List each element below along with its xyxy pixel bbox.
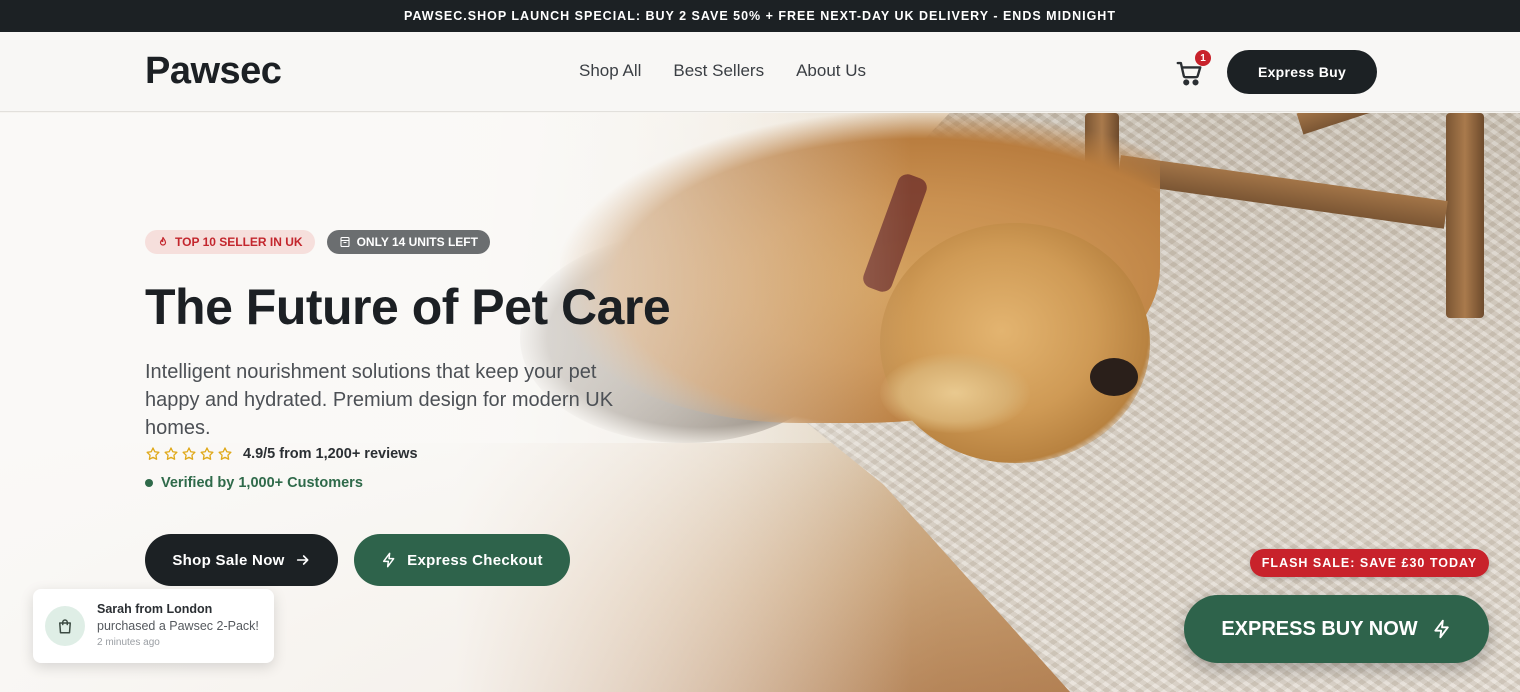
- nav-best-sellers[interactable]: Best Sellers: [673, 61, 764, 81]
- rating-text: 4.9/5 from 1,200+ reviews: [243, 446, 418, 462]
- fire-icon: [159, 236, 167, 246]
- star-icon: [146, 447, 160, 460]
- shop-sale-now-label: Shop Sale Now: [172, 551, 285, 569]
- rating-row: 4.9/5 from 1,200+ reviews: [145, 446, 418, 462]
- lightning-icon: [383, 552, 395, 568]
- verified-dot-icon: [145, 479, 153, 487]
- verified-row: Verified by 1,000+ Customers: [145, 475, 363, 491]
- hero-subtitle: Intelligent nourishment solutions that k…: [145, 361, 614, 439]
- announcement-text: PAWSEC.SHOP LAUNCH SPECIAL: BUY 2 SAVE 5…: [404, 9, 1116, 23]
- toast-time: 2 minutes ago: [97, 637, 160, 648]
- nav-shop-all[interactable]: Shop All: [579, 61, 641, 81]
- cart-count-badge: 1: [1195, 50, 1211, 66]
- express-checkout-label: Express Checkout: [407, 551, 543, 569]
- top-seller-label: TOP 10 SELLER IN UK: [175, 235, 303, 249]
- purchase-notification[interactable]: Sarah from London purchased a Pawsec 2-P…: [33, 589, 274, 663]
- toast-message: purchased a Pawsec 2-Pack!: [97, 619, 259, 633]
- star-rating: [145, 446, 233, 462]
- main-nav: Shop All Best Sellers About Us: [579, 61, 866, 81]
- stock-label: ONLY 14 UNITS LEFT: [356, 235, 478, 249]
- express-checkout-button[interactable]: Express Checkout: [354, 534, 570, 586]
- express-buy-now-label: EXPRESS BUY NOW: [1221, 617, 1418, 640]
- box-icon: [340, 236, 350, 248]
- nav-about-us[interactable]: About Us: [796, 61, 866, 81]
- star-icon: [218, 447, 232, 460]
- express-buy-button[interactable]: Express Buy: [1227, 50, 1377, 94]
- arrow-right-icon: [296, 555, 309, 565]
- star-icon: [200, 447, 214, 460]
- shopping-bag-icon: [45, 606, 85, 646]
- announcement-bar: PAWSEC.SHOP LAUNCH SPECIAL: BUY 2 SAVE 5…: [0, 0, 1520, 32]
- shop-sale-now-button[interactable]: Shop Sale Now: [145, 534, 338, 586]
- flash-sale-badge: FLASH SALE: SAVE £30 TODAY: [1250, 549, 1489, 577]
- toast-customer-name: Sarah from London: [97, 602, 213, 616]
- verified-text: Verified by 1,000+ Customers: [161, 475, 363, 491]
- star-icon: [164, 447, 178, 460]
- site-header: Pawsec Shop All Best Sellers About Us 1 …: [0, 32, 1520, 112]
- stock-badge: ONLY 14 UNITS LEFT: [326, 230, 490, 254]
- star-icon: [182, 447, 196, 460]
- express-buy-now-button[interactable]: EXPRESS BUY NOW: [1184, 595, 1489, 663]
- hero-badges: TOP 10 SELLER IN UK ONLY 14 UNITS LEFT: [145, 230, 490, 254]
- logo[interactable]: Pawsec: [145, 50, 282, 93]
- top-seller-badge: TOP 10 SELLER IN UK: [145, 230, 315, 254]
- lightning-icon: [1434, 619, 1449, 639]
- hero-title: The Future of Pet Care: [145, 279, 671, 335]
